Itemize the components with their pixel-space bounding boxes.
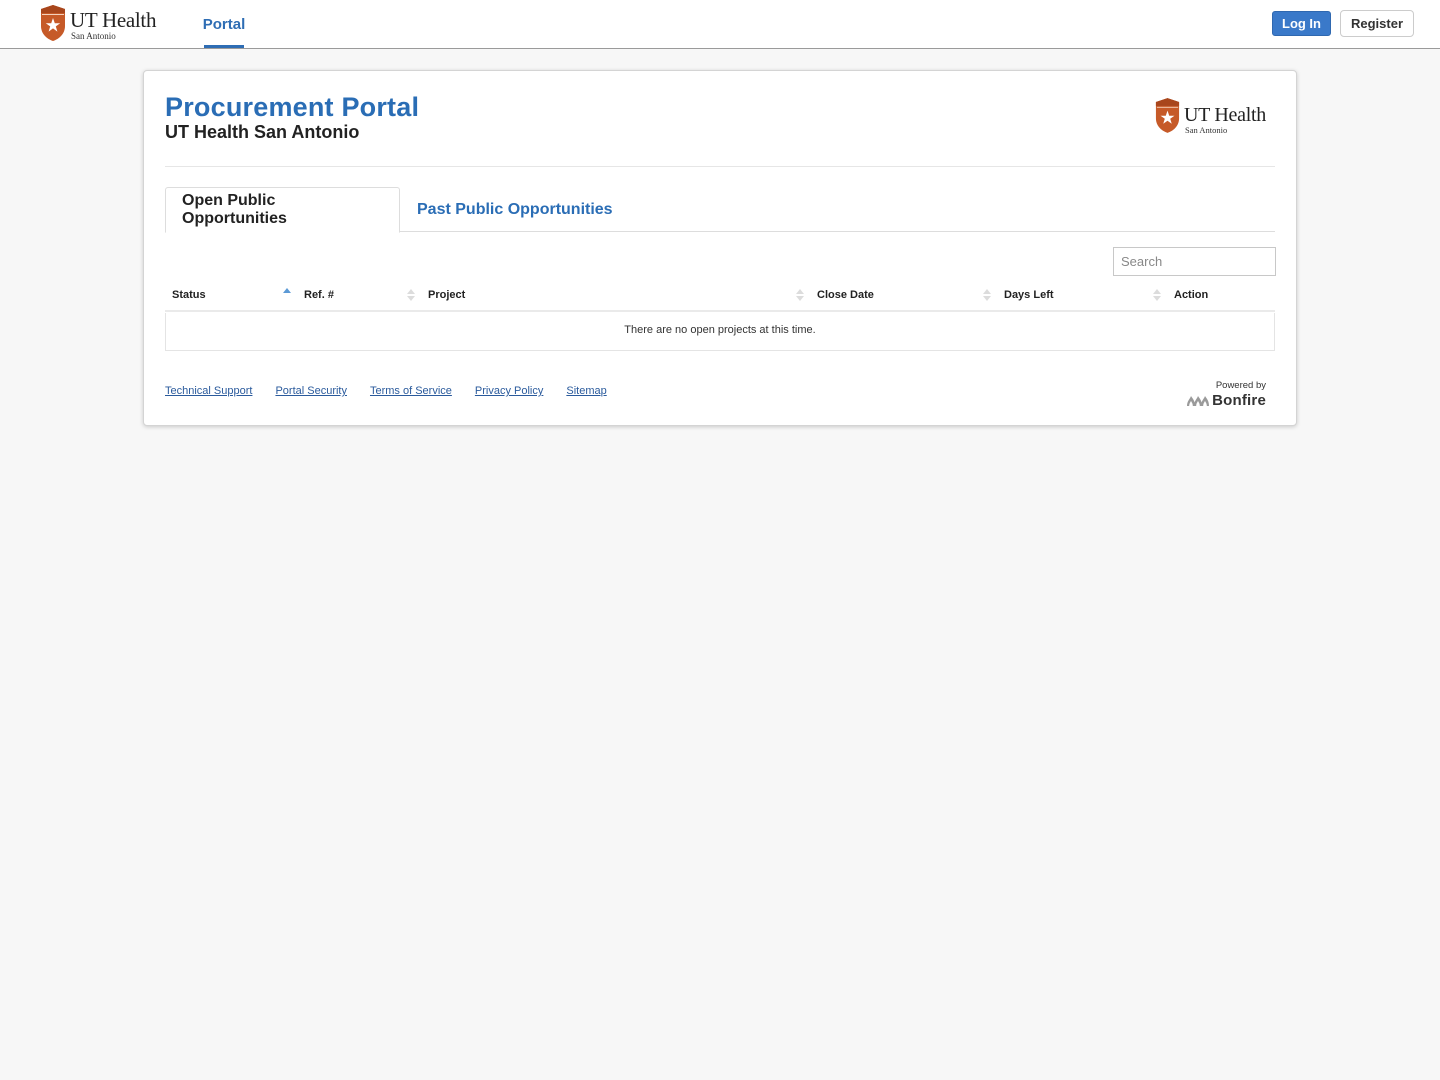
header-divider (165, 166, 1275, 167)
brand-logo-link[interactable]: UT Health San Antonio (39, 4, 156, 42)
organization-logo: UT Health San Antonio (1154, 97, 1266, 135)
sort-icon[interactable] (796, 287, 804, 303)
column-header-project[interactable]: Project (428, 280, 465, 310)
sort-icon[interactable] (407, 287, 415, 303)
page-title: Procurement Portal (165, 92, 420, 122)
tab-open-public-opportunities[interactable]: Open Public Opportunities (165, 187, 400, 233)
bonfire-wordmark: Bonfire (1212, 392, 1266, 409)
brand-subname: San Antonio (71, 31, 116, 41)
opportunity-tabs: Open Public Opportunities Past Public Op… (165, 187, 1275, 233)
page-subtitle: UT Health San Antonio (165, 122, 360, 142)
sort-ascending-icon[interactable] (283, 287, 291, 303)
column-header-action: Action (1174, 289, 1209, 301)
footer-link-portal-security[interactable]: Portal Security (275, 385, 347, 397)
logo-name: UT Health (1184, 104, 1266, 126)
footer-link-sitemap[interactable]: Sitemap (566, 385, 606, 397)
bonfire-logo-icon (1187, 395, 1210, 406)
table-body: There are no open projects at this time. (165, 313, 1275, 351)
table-header: Status Ref. # Project Close Date Days Le… (165, 280, 1275, 312)
column-header-status[interactable]: Status (172, 280, 206, 310)
top-navbar: UT Health San Antonio Portal Log In Regi… (0, 0, 1440, 49)
search-input[interactable] (1113, 247, 1276, 276)
empty-table-message: There are no open projects at this time. (624, 324, 816, 336)
tab-past-public-opportunities[interactable]: Past Public Opportunities (401, 187, 629, 233)
brand-name: UT Health (70, 8, 157, 32)
powered-by-bonfire[interactable]: Powered by Bonfire (1186, 380, 1266, 409)
ut-health-shield-icon (41, 5, 65, 41)
login-button[interactable]: Log In (1272, 11, 1331, 36)
sort-icon[interactable] (1153, 287, 1161, 303)
column-header-ref[interactable]: Ref. # (304, 280, 334, 310)
footer-link-privacy-policy[interactable]: Privacy Policy (475, 385, 543, 397)
register-button[interactable]: Register (1340, 10, 1414, 37)
column-header-close-date[interactable]: Close Date (817, 280, 874, 310)
powered-by-label: Powered by (1215, 380, 1266, 391)
footer-link-terms-of-service[interactable]: Terms of Service (370, 385, 452, 397)
nav-item-portal[interactable]: Portal (203, 0, 245, 48)
ut-health-shield-icon (1155, 98, 1180, 133)
logo-subname: San Antonio (1185, 125, 1228, 135)
sort-icon[interactable] (983, 287, 991, 303)
column-header-days-left[interactable]: Days Left (1004, 280, 1054, 310)
portal-card: Procurement Portal UT Health San Antonio… (143, 70, 1297, 426)
footer-links: Technical Support Portal Security Terms … (165, 385, 630, 397)
footer-link-technical-support[interactable]: Technical Support (165, 385, 252, 397)
